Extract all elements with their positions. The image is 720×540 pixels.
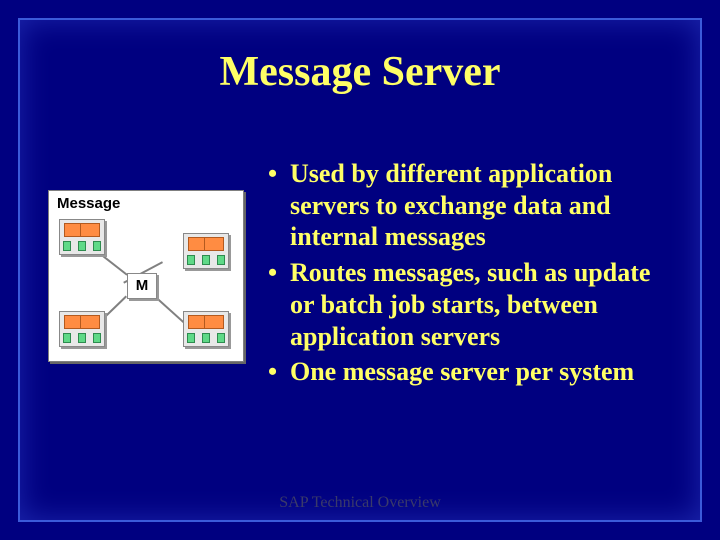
server-icon [59, 219, 105, 255]
bullet-item: One message server per system [262, 356, 680, 388]
bullet-item: Used by different application servers to… [262, 158, 680, 253]
message-diagram: Message M [48, 190, 244, 362]
server-icon [183, 311, 229, 347]
slide-title: Message Server [0, 48, 720, 96]
message-server-node: M [127, 273, 157, 299]
server-icon [183, 233, 229, 269]
footer-text: SAP Technical Overview [0, 494, 720, 512]
server-icon [59, 311, 105, 347]
diagram-label: Message [57, 195, 120, 212]
bullet-list: Used by different application servers to… [262, 158, 680, 392]
bullet-item: Routes messages, such as update or batch… [262, 257, 680, 352]
